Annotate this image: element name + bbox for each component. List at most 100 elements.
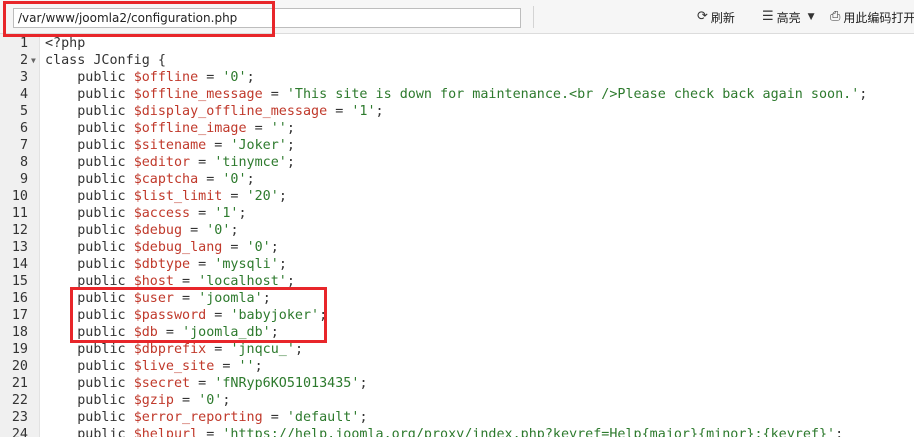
line-number: 18	[11, 325, 28, 340]
code-token: $error_reporting	[133, 410, 263, 425]
code-token: =	[190, 155, 215, 170]
code-line: 13 public $debug_lang = '0';	[0, 239, 914, 256]
code-line: 18 public $db = 'joomla_db';	[0, 324, 914, 341]
code-line: 19 public $dbprefix = 'jnqcu_';	[0, 341, 914, 358]
code-token: ;	[278, 189, 287, 204]
code-token: 'tinymce'	[214, 155, 287, 170]
code-token: $host	[133, 274, 174, 289]
code-token: $live_site	[133, 359, 215, 374]
code-token: ;	[286, 138, 295, 153]
code-token: ;	[286, 274, 295, 289]
code-text: public $helpurl = 'https://help.joomla.o…	[45, 426, 843, 437]
line-number: 4	[19, 87, 28, 102]
code-token: '1'	[214, 206, 239, 221]
code-token: public	[45, 427, 134, 437]
line-number: 20	[11, 359, 28, 374]
code-token: class JConfig {	[45, 53, 166, 68]
line-number: 6	[19, 121, 28, 136]
file-path-input[interactable]	[13, 8, 521, 28]
code-token: ;	[246, 70, 255, 85]
code-text: public $editor = 'tinymce';	[45, 154, 295, 171]
refresh-icon: ⟳	[697, 9, 708, 24]
code-token: '0'	[222, 172, 247, 187]
code-token: ''	[270, 121, 287, 136]
code-token: $editor	[133, 155, 191, 170]
code-line: 11 public $access = '1';	[0, 205, 914, 222]
code-token: '0'	[222, 70, 247, 85]
code-token: public	[45, 325, 134, 340]
code-text: public $display_offline_message = '1';	[45, 103, 384, 120]
line-number: 10	[11, 189, 28, 204]
toolbar-divider	[533, 6, 534, 28]
code-line: 8 public $editor = 'tinymce';	[0, 154, 914, 171]
line-number: 19	[11, 342, 28, 357]
code-token: 'https://help.joomla.org/proxy/index.php…	[222, 427, 836, 437]
code-editor[interactable]: 1 <?php 2 ▼ class JConfig {3 public $offline…	[0, 35, 914, 437]
code-token: 'joomla'	[198, 291, 263, 306]
code-token: $offline	[133, 70, 199, 85]
code-line: 14 public $dbtype = 'mysqli';	[0, 256, 914, 273]
code-line: 17 public $password = 'babyjoker';	[0, 307, 914, 324]
code-token: public	[45, 257, 134, 272]
code-text: public $live_site = '';	[45, 358, 262, 375]
code-token: ;	[286, 155, 295, 170]
highlight-dropdown-button[interactable]: ☰ 高亮 ▼	[762, 8, 815, 26]
code-token: $secret	[133, 376, 191, 391]
code-token: 'babyjoker'	[230, 308, 320, 323]
code-text: public $debug = '0';	[45, 222, 239, 239]
code-token: public	[45, 376, 134, 391]
highlight-label: 高亮	[776, 10, 801, 25]
line-number: 21	[11, 376, 28, 391]
code-token: $dbtype	[133, 257, 191, 272]
code-token: ;	[359, 410, 368, 425]
code-token: ;	[294, 342, 303, 357]
code-line: 5 public $display_offline_message = '1';	[0, 103, 914, 120]
code-text: public $error_reporting = 'default';	[45, 409, 368, 426]
code-token: public	[45, 121, 134, 136]
caret-down-icon: ▼	[807, 12, 815, 22]
line-number: 1	[19, 36, 28, 51]
code-text: public $host = 'localhost';	[45, 273, 295, 290]
line-number: 7	[19, 138, 28, 153]
open-with-encoding-button[interactable]: ⎙ 用此编码打开	[830, 8, 914, 26]
line-number: 23	[11, 410, 28, 425]
code-text: public $list_limit = '20';	[45, 188, 287, 205]
code-token: 'This site is down for maintenance.<br /…	[286, 87, 860, 102]
code-token: ;	[359, 376, 368, 391]
code-token: $offline_image	[133, 121, 247, 136]
code-token: $sitename	[133, 138, 207, 153]
code-token: ;	[375, 104, 384, 119]
code-line: 21 public $secret = 'fNRyp6KO51013435';	[0, 375, 914, 392]
refresh-button[interactable]: ⟳ 刷新	[697, 8, 735, 26]
code-token: ;	[859, 87, 868, 102]
code-token: 'joomla_db'	[182, 325, 271, 340]
code-token: $dbprefix	[133, 342, 207, 357]
fold-toggle-icon[interactable]: ▼	[31, 52, 36, 69]
code-token: public	[45, 393, 134, 408]
code-text: public $offline_message = 'This site is …	[45, 86, 867, 103]
code-token: =	[157, 325, 183, 340]
open-encoding-icon: ⎙	[830, 9, 841, 24]
code-token: =	[246, 121, 271, 136]
code-token: =	[190, 376, 215, 391]
code-line: 3 public $offline = '0';	[0, 69, 914, 86]
code-token: =	[206, 342, 231, 357]
code-line: 22 public $gzip = '0';	[0, 392, 914, 409]
code-token: '1'	[351, 104, 376, 119]
code-token: public	[45, 291, 134, 306]
code-token: $db	[133, 325, 158, 340]
code-text: <?php	[45, 35, 85, 52]
line-number: 22	[11, 393, 28, 408]
code-text: public $access = '1';	[45, 205, 247, 222]
code-line: 12 public $debug = '0';	[0, 222, 914, 239]
code-text: public $captcha = '0';	[45, 171, 254, 188]
code-token: =	[214, 359, 239, 374]
code-token: ;	[230, 223, 239, 238]
code-token: ;	[278, 257, 287, 272]
code-token: =	[222, 189, 247, 204]
line-number: 2	[19, 53, 28, 68]
code-token: ;	[238, 206, 247, 221]
code-token: $password	[133, 308, 207, 323]
code-token: $list_limit	[133, 189, 223, 204]
code-token: 'jnqcu_'	[230, 342, 295, 357]
